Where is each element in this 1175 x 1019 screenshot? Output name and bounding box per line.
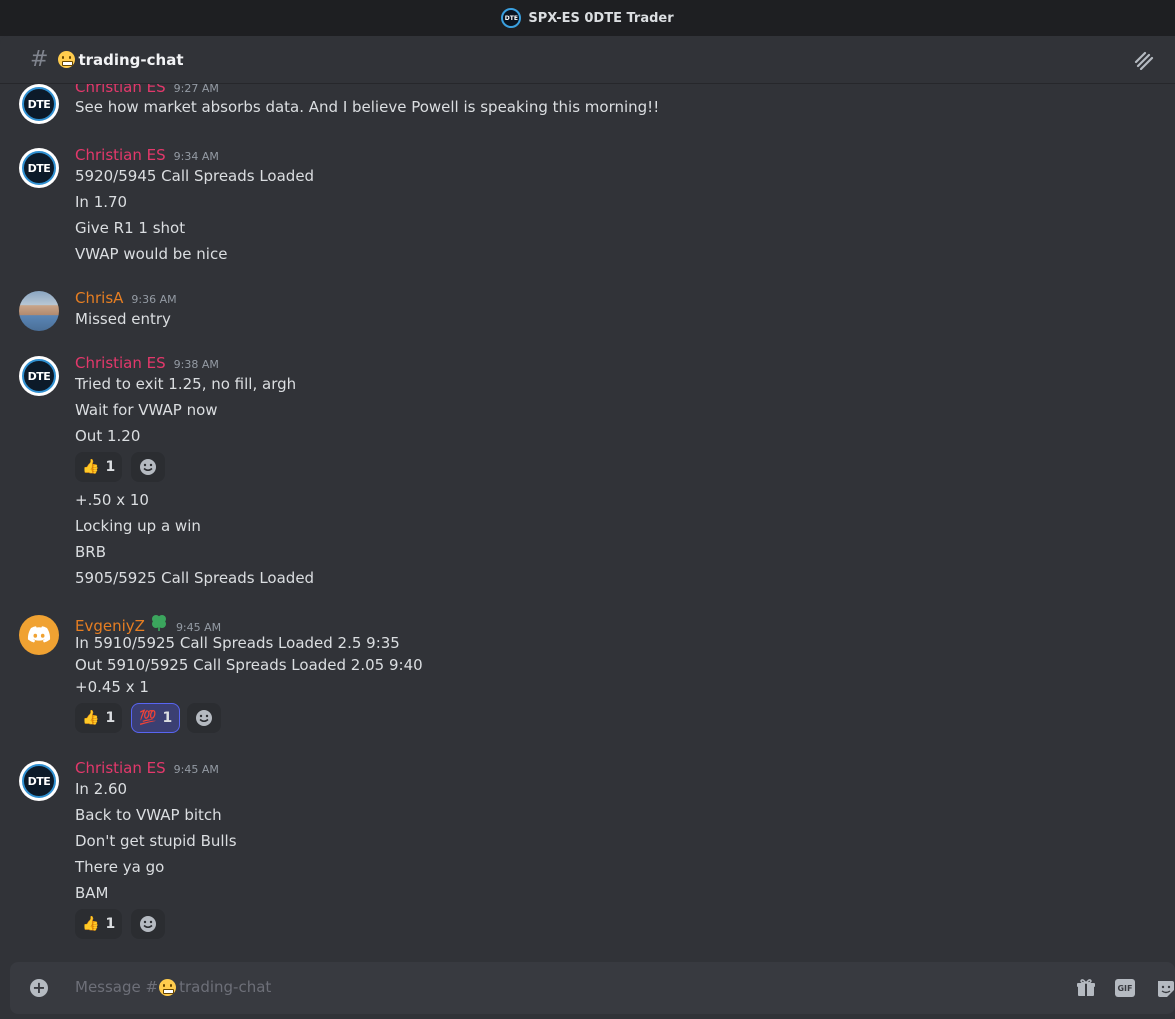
message-text: BAM: [75, 884, 109, 902]
message-text: Tried to exit 1.25, no fill, argh: [75, 375, 297, 393]
reaction-count: 1: [105, 459, 116, 475]
avatar[interactable]: DTE: [19, 148, 59, 188]
upload-plus-button[interactable]: +: [30, 979, 48, 997]
message-author[interactable]: Christian ES: [75, 759, 166, 777]
message-text: Missed entry: [75, 310, 171, 328]
reaction-count: 1: [105, 710, 116, 726]
message-text: In 1.70: [75, 193, 128, 211]
message-text: +.50 x 10: [75, 491, 149, 509]
server-logo-icon: DTE: [501, 8, 522, 28]
message-author[interactable]: Christian ES: [75, 84, 166, 96]
reaction-thumbs-up[interactable]: 👍 1: [75, 452, 123, 482]
smiley-icon: [140, 916, 156, 932]
thumbs-up-icon: 👍: [82, 710, 100, 726]
message-text: There ya go: [75, 858, 165, 876]
message-author[interactable]: Christian ES: [75, 146, 166, 164]
avatar[interactable]: [19, 615, 59, 655]
avatar[interactable]: [19, 291, 59, 331]
message-text: +0.45 x 1: [75, 678, 149, 696]
message-text: 5905/5925 Call Spreads Loaded: [75, 569, 315, 587]
gift-icon[interactable]: [1075, 978, 1097, 998]
window-title: SPX-ES 0DTE Trader: [528, 10, 674, 26]
sticker-icon[interactable]: [1155, 978, 1175, 998]
reaction-count: 1: [105, 916, 116, 932]
threads-icon[interactable]: [1133, 50, 1155, 70]
message-input[interactable]: Message # trading-chat: [75, 978, 271, 996]
message-composer[interactable]: + Message # trading-chat GIF: [10, 962, 1175, 1014]
add-reaction-button[interactable]: [131, 452, 165, 482]
message-text: In 2.60: [75, 780, 128, 798]
smiley-icon: [140, 459, 156, 475]
message-text: See how market absorbs data. And I belie…: [75, 98, 660, 116]
thumbs-up-icon: 👍: [82, 916, 100, 932]
message-timestamp: 9:38 AM: [173, 358, 219, 371]
message-text: BRB: [75, 543, 107, 561]
message-timestamp: 9:45 AM: [173, 763, 219, 776]
avatar[interactable]: DTE: [19, 761, 59, 801]
channel-hash-icon: #: [30, 47, 49, 72]
grimace-emoji-icon: [58, 51, 76, 68]
message-text: VWAP would be nice: [75, 245, 228, 263]
gif-button[interactable]: GIF: [1115, 979, 1135, 997]
message-author[interactable]: EvgeniyZ: [75, 617, 145, 635]
reaction-thumbs-up[interactable]: 👍 1: [75, 703, 123, 733]
message-text: Give R1 1 shot: [75, 219, 186, 237]
hundred-points-icon: 💯: [139, 710, 157, 726]
window-titlebar: DTE SPX-ES 0DTE Trader: [0, 0, 1175, 36]
message-text: Out 1.20: [75, 427, 141, 445]
add-reaction-button[interactable]: [187, 703, 221, 733]
smiley-icon: [196, 710, 212, 726]
message-timestamp: 9:36 AM: [131, 293, 177, 306]
message-author[interactable]: ChrisA: [75, 289, 123, 307]
avatar[interactable]: DTE: [19, 356, 59, 396]
placeholder-channel: trading-chat: [179, 978, 272, 996]
discord-logo-icon: [27, 626, 51, 643]
thumbs-up-icon: 👍: [82, 459, 100, 475]
add-reaction-button[interactable]: [131, 909, 165, 939]
placeholder-prefix: Message #: [75, 978, 159, 996]
channel-header: # trading-chat: [0, 36, 1175, 84]
message-timestamp: 9:34 AM: [173, 150, 219, 163]
channel-name: trading-chat: [78, 50, 184, 69]
avatar[interactable]: DTE: [19, 84, 59, 124]
message-timestamp: 9:45 AM: [175, 621, 222, 634]
message-text: In 5910/5925 Call Spreads Loaded 2.5 9:3…: [75, 634, 400, 652]
message-text: Wait for VWAP now: [75, 401, 218, 419]
grimace-emoji-icon: [159, 978, 177, 996]
message-text: Locking up a win: [75, 517, 201, 535]
message-list[interactable]: DTE Christian ES 9:27 AM See how market …: [0, 84, 1175, 960]
reaction-thumbs-up[interactable]: 👍 1: [75, 909, 123, 939]
reaction-hundred[interactable]: 💯 1: [131, 703, 181, 733]
message-text: Back to VWAP bitch: [75, 806, 222, 824]
message-text: Out 5910/5925 Call Spreads Loaded 2.05 9…: [75, 656, 423, 674]
clover-badge-icon: [151, 615, 166, 631]
message-text: Don't get stupid Bulls: [75, 832, 237, 850]
message-author[interactable]: Christian ES: [75, 354, 166, 372]
message-timestamp: 9:27 AM: [173, 84, 219, 95]
message-text: 5920/5945 Call Spreads Loaded: [75, 167, 315, 185]
reaction-count: 1: [162, 710, 173, 726]
